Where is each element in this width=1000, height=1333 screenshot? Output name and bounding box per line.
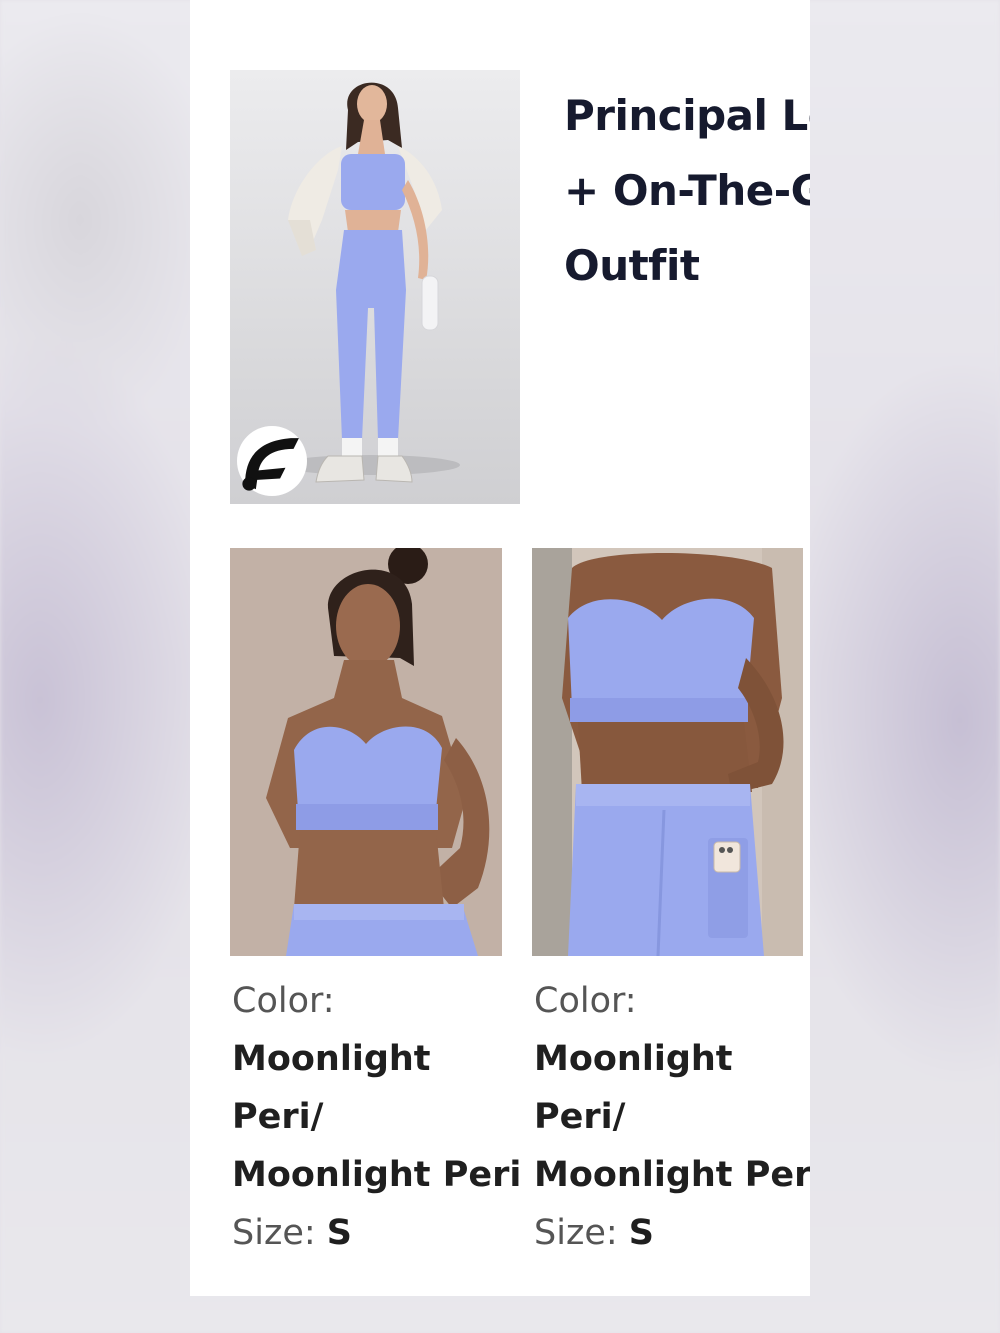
color-label: Color:: [534, 981, 637, 1021]
item-details-2: Color: Moonlight Peri/ Moonlight Peri Si…: [534, 972, 810, 1262]
item-image-sports-bra[interactable]: [230, 548, 502, 956]
color-label: Color:: [232, 981, 335, 1021]
size-value: S: [628, 1213, 654, 1253]
size-label: Size:: [534, 1213, 629, 1253]
title-line-1: Principal Lo: [564, 91, 810, 140]
title-line-3: Outfit: [564, 241, 700, 290]
item-image-leggings[interactable]: [532, 548, 803, 956]
fabletics-f-logo-icon: [237, 426, 307, 496]
sports-bra-photo: [230, 548, 502, 956]
size-label: Size:: [232, 1213, 327, 1253]
size-row: Size: S: [232, 1204, 532, 1262]
leggings-photo: [532, 548, 803, 956]
color-value: Moonlight Peri/ Moonlight Peri: [534, 1039, 810, 1195]
item-details-1: Color: Moonlight Peri/ Moonlight Peri Si…: [232, 972, 532, 1262]
title-line-2: + On-The-Go: [564, 166, 810, 215]
product-title[interactable]: Principal Lo + On-The-Go Outfit: [564, 78, 810, 303]
product-card: Principal Lo + On-The-Go Outfit: [190, 0, 810, 1296]
size-value: S: [326, 1213, 352, 1253]
hero-product-image[interactable]: [230, 70, 520, 504]
color-value: Moonlight Peri/ Moonlight Peri: [232, 1039, 522, 1195]
size-row: Size: S: [534, 1204, 810, 1262]
